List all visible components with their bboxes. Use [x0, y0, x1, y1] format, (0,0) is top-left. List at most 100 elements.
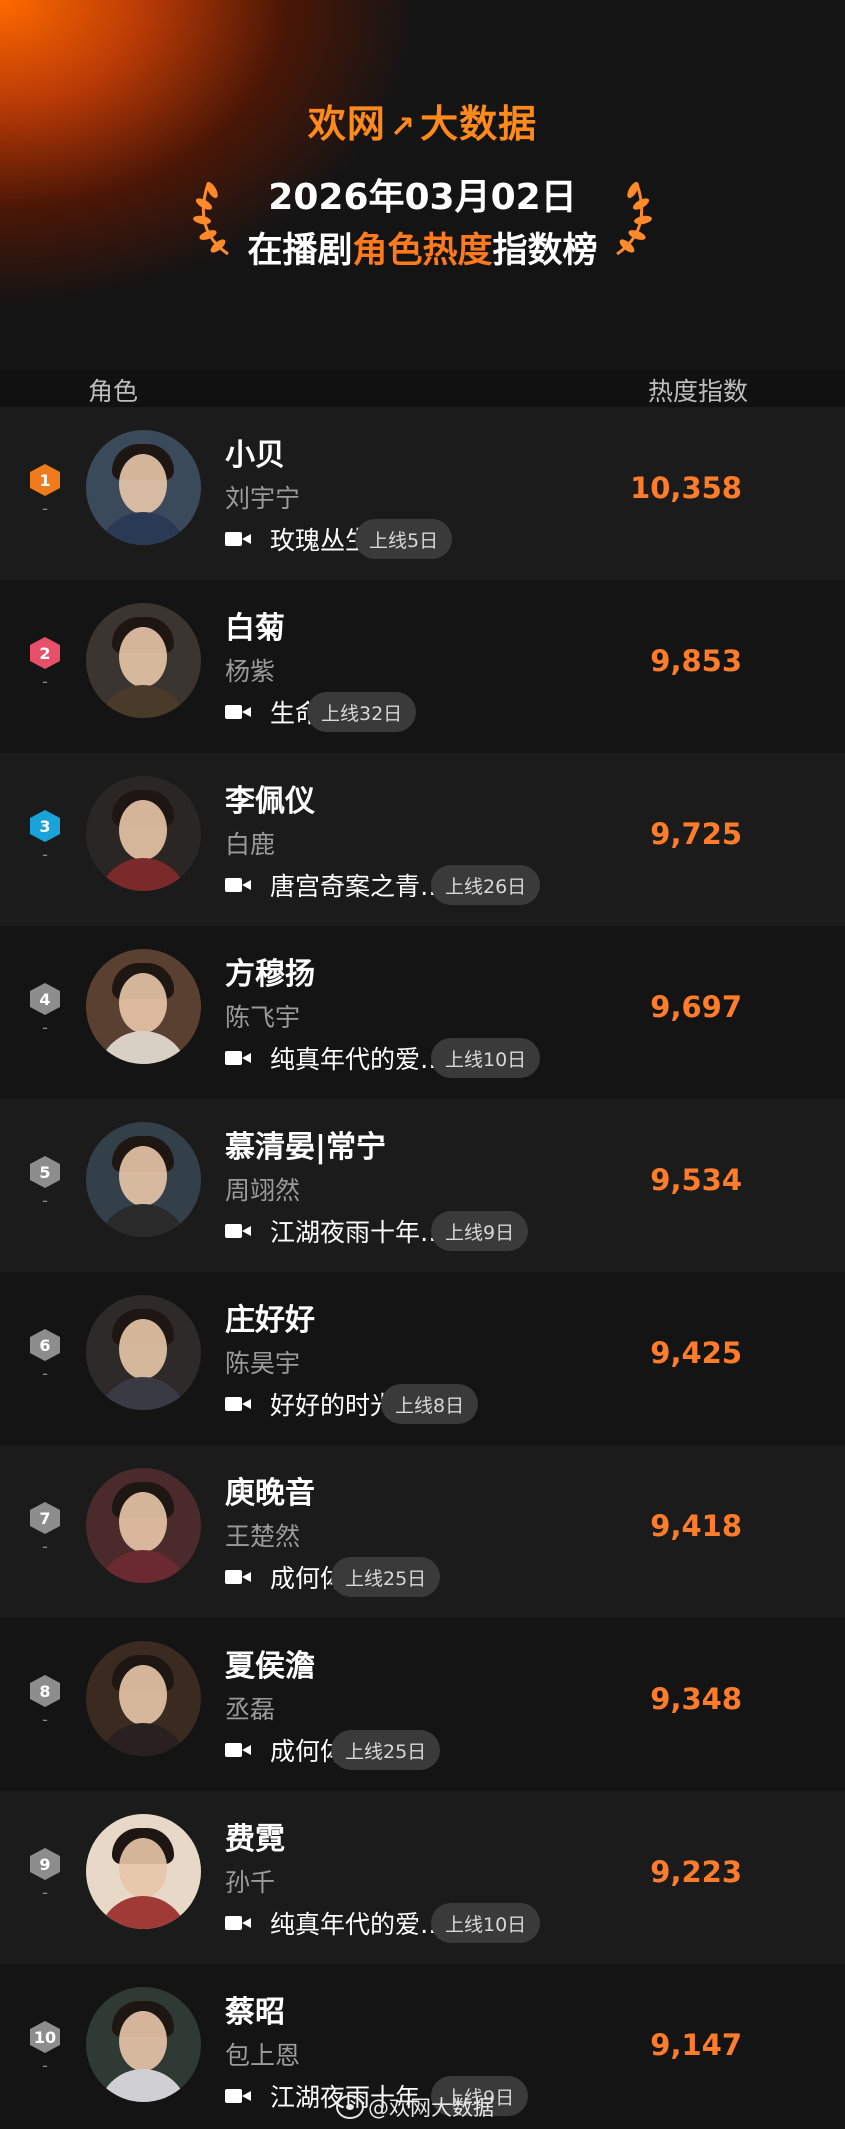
heat-score: 9,223	[650, 1855, 742, 1889]
rank-badge: 7	[30, 1502, 60, 1534]
actor-name: 王楚然	[225, 1522, 301, 1551]
video-camera-icon	[225, 2086, 252, 2106]
title-post: 指数榜	[492, 231, 598, 271]
actor-name: 陈飞宇	[225, 1003, 301, 1032]
rank-trend: -	[42, 672, 48, 691]
actor-name: 丞磊	[225, 1695, 276, 1724]
rank-trend: -	[42, 1883, 48, 1902]
avatar-body	[98, 1031, 188, 1064]
rank-badge: 1	[30, 464, 60, 496]
rank-trend: -	[42, 1018, 48, 1037]
avatar[interactable]	[86, 1122, 201, 1237]
heat-score: 10,358	[630, 471, 742, 505]
ranking-row[interactable]: 8 - 夏侯澹 丞磊 成何体统 上线25日 9,348	[0, 1618, 845, 1791]
character-name: 慕清晏|常宁	[225, 1130, 386, 1165]
character-name: 白菊	[225, 611, 285, 646]
ranking-row[interactable]: 5 - 慕清晏|常宁 周翊然 江湖夜雨十年… 上线9日 9,534	[0, 1099, 845, 1272]
avatar-face	[119, 1319, 167, 1379]
avatar-body	[98, 685, 188, 718]
avatar-face	[119, 1492, 167, 1552]
rank-trend: -	[42, 2056, 48, 2075]
heat-score: 9,534	[650, 1163, 742, 1197]
video-camera-icon	[225, 702, 252, 722]
avatar-face	[119, 1146, 167, 1206]
avatar[interactable]	[86, 1295, 201, 1410]
show-line: 成何体统 上线25日	[225, 1730, 441, 1770]
column-header: 角色 热度指数	[0, 372, 845, 408]
show-title[interactable]: 纯真年代的爱…	[270, 1905, 445, 1941]
avatar-face	[119, 1665, 167, 1725]
online-days-badge: 上线10日	[431, 1903, 541, 1943]
character-name: 庾晚音	[225, 1476, 315, 1511]
show-line: 纯真年代的爱… 上线10日	[225, 1903, 541, 1943]
avatar[interactable]	[86, 776, 201, 891]
rank-badge: 9	[30, 1848, 60, 1880]
ranking-row[interactable]: 3 - 李佩仪 白鹿 唐宫奇案之青… 上线26日 9,725	[0, 753, 845, 926]
show-title[interactable]: 好好的时光	[270, 1386, 395, 1422]
avatar-body	[98, 1204, 188, 1237]
show-line: 江湖夜雨十年… 上线9日	[225, 1211, 529, 1251]
actor-name: 白鹿	[225, 830, 276, 859]
heat-score: 9,725	[650, 817, 742, 851]
video-camera-icon	[225, 1913, 252, 1933]
avatar-body	[98, 858, 188, 891]
brand-right: 大数据	[420, 102, 538, 146]
online-days-badge: 上线25日	[331, 1557, 441, 1597]
character-name: 小贝	[225, 438, 285, 473]
online-days-badge: 上线5日	[355, 519, 453, 559]
weibo-icon	[336, 2095, 364, 2119]
heat-score: 9,348	[650, 1682, 742, 1716]
avatar[interactable]	[86, 430, 201, 545]
avatar[interactable]	[86, 603, 201, 718]
header-banner: 欢网 ↗ 大数据 2026年03月02日 在播剧角色热度指数榜	[0, 0, 845, 370]
character-name: 蔡昭	[225, 1995, 285, 2030]
rank-trend: -	[42, 845, 48, 864]
character-name: 李佩仪	[225, 784, 315, 819]
character-name: 庄好好	[225, 1303, 315, 1338]
show-title[interactable]: 江湖夜雨十年…	[270, 1213, 445, 1249]
ranking-row[interactable]: 6 - 庄好好 陈昊宇 好好的时光 上线8日 9,425	[0, 1272, 845, 1445]
ranking-row[interactable]: 1 - 小贝 刘宇宁 玫瑰丛生 上线5日 10,358	[0, 407, 845, 580]
actor-name: 包上恩	[225, 2041, 301, 2070]
avatar-face	[119, 973, 167, 1033]
avatar[interactable]	[86, 1641, 201, 1756]
ranking-row[interactable]: 9 - 费霓 孙千 纯真年代的爱… 上线10日 9,223	[0, 1791, 845, 1964]
online-days-badge: 上线8日	[381, 1384, 479, 1424]
rank-badge: 6	[30, 1329, 60, 1361]
heat-score: 9,425	[650, 1336, 742, 1370]
avatar-face	[119, 627, 167, 687]
watermark: @欢网大数据	[336, 2092, 494, 2122]
online-days-badge: 上线10日	[431, 1038, 541, 1078]
avatar[interactable]	[86, 949, 201, 1064]
heat-score: 9,853	[650, 644, 742, 678]
show-line: 成何体统 上线25日	[225, 1557, 441, 1597]
column-role: 角色	[88, 377, 139, 406]
avatar-face	[119, 454, 167, 514]
character-name: 费霓	[225, 1822, 285, 1857]
avatar-face	[119, 1838, 167, 1898]
online-days-badge: 上线25日	[331, 1730, 441, 1770]
show-title[interactable]: 唐宫奇案之青…	[270, 867, 445, 903]
watermark-text: @欢网大数据	[368, 2096, 494, 2120]
brand-left: 欢网	[307, 102, 386, 146]
avatar[interactable]	[86, 1814, 201, 1929]
online-days-badge: 上线26日	[431, 865, 541, 905]
title-highlight: 角色热度	[352, 231, 493, 271]
character-name: 方穆扬	[225, 957, 315, 992]
video-camera-icon	[225, 875, 252, 895]
ranking-row[interactable]: 2 - 白菊 杨紫 生命树 上线32日 9,853	[0, 580, 845, 753]
ranking-row[interactable]: 7 - 庾晚音 王楚然 成何体统 上线25日 9,418	[0, 1445, 845, 1618]
rank-trend: -	[42, 1191, 48, 1210]
avatar-body	[98, 1550, 188, 1583]
avatar-body	[98, 1896, 188, 1929]
rank-trend: -	[42, 499, 48, 518]
column-index: 热度指数	[647, 377, 748, 406]
show-line: 纯真年代的爱… 上线10日	[225, 1038, 541, 1078]
brand-arrow-icon: ↗	[389, 110, 417, 145]
ranking-row[interactable]: 4 - 方穆扬 陈飞宇 纯真年代的爱… 上线10日 9,697	[0, 926, 845, 1099]
avatar[interactable]	[86, 1987, 201, 2102]
avatar[interactable]	[86, 1468, 201, 1583]
heat-score: 9,418	[650, 1509, 742, 1543]
rank-badge: 5	[30, 1156, 60, 1188]
show-title[interactable]: 纯真年代的爱…	[270, 1040, 445, 1076]
